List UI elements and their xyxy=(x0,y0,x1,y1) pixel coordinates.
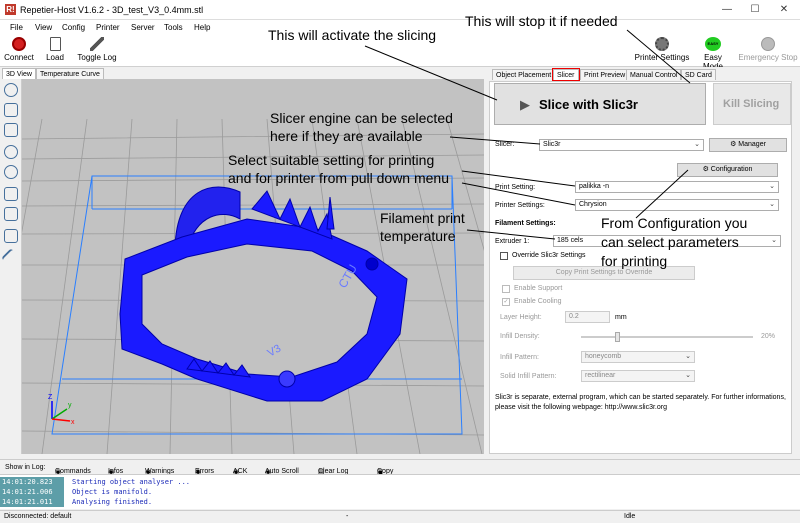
log-message: Analysing finished. xyxy=(72,498,153,506)
log-filter-bar: Show in Log: ◉ Commands ◉ Infos ◉ Warnin… xyxy=(0,459,800,476)
annotation-select-line-2: and for printer from pull down menu xyxy=(228,170,449,186)
status-bar: Disconnected: default - Idle xyxy=(0,510,800,523)
annotation-stop: This will stop it if needed xyxy=(465,13,618,29)
annotation-engine-line-2: here if they are available xyxy=(270,128,423,144)
annotation-engine-line-1: Slicer engine can be selected xyxy=(270,110,453,126)
annotation-config-line-3: for printing xyxy=(601,253,668,269)
printer-status: Idle xyxy=(624,513,636,520)
log-row: 14:01:21.011 Analysing finished. xyxy=(0,497,800,507)
log-row: 14:01:20.823 Starting object analyser ..… xyxy=(0,477,800,487)
log-message: Object is manifold. xyxy=(72,488,153,496)
annotation-activate: This will activate the slicing xyxy=(268,27,437,43)
annotation-lines xyxy=(364,29,691,240)
connection-status: Disconnected: default xyxy=(4,513,72,520)
annotation-select-line-1: Select suitable setting for printing xyxy=(228,152,435,168)
log-time: 14:01:20.823 xyxy=(0,477,64,487)
annotation-filament-line-1: Filament print xyxy=(380,210,465,226)
log-time: 14:01:21.006 xyxy=(0,487,64,497)
annotation-filament-line-2: temperature xyxy=(380,228,456,244)
log-area[interactable]: 14:01:20.823 Starting object analyser ..… xyxy=(0,474,800,509)
show-in-log-label: Show in Log: xyxy=(5,464,46,471)
annotation-config-line-1: From Configuration you xyxy=(601,215,748,231)
annotation-config-line-2: can select parameters xyxy=(601,234,739,250)
status-separator: - xyxy=(346,513,349,520)
log-message: Starting object analyser ... xyxy=(72,478,191,486)
log-time: 14:01:21.011 xyxy=(0,497,64,507)
log-row: 14:01:21.006 Object is manifold. xyxy=(0,487,800,497)
